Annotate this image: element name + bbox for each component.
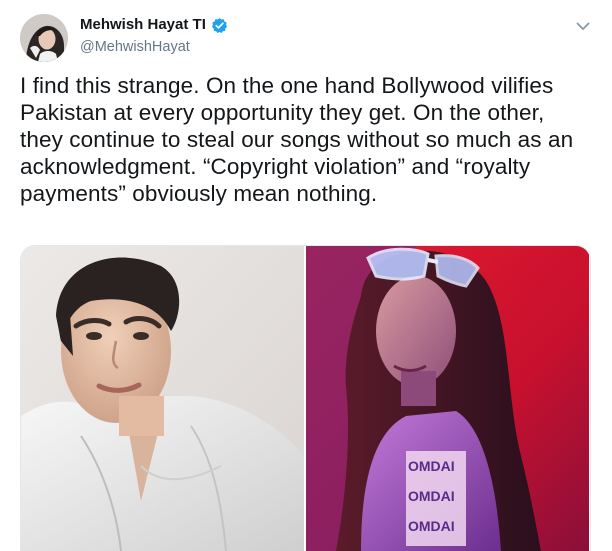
- name-row: Mehwish Hayat TI: [80, 15, 228, 35]
- handle[interactable]: @MehwishHayat: [80, 37, 228, 57]
- tweet-text-line: payments” obviously mean nothing.: [20, 181, 378, 206]
- avatar[interactable]: [20, 14, 68, 62]
- tweet-card[interactable]: Mehwish Hayat TI @MehwishHayat I find th…: [0, 0, 612, 551]
- shirt-print: OMDAI: [408, 488, 455, 504]
- chevron-down-icon[interactable]: [572, 15, 594, 37]
- tweet-text: I find this strange. On the one hand Bol…: [20, 72, 590, 207]
- tweet-text-line: acknowledgment. “Copyright violation” an…: [20, 154, 531, 179]
- photo-right[interactable]: OMDAI OMDAI OMDAI: [306, 246, 589, 551]
- shirt-print: OMDAI: [408, 518, 455, 534]
- tweet-text-line: they continue to steal our songs without…: [20, 127, 574, 152]
- photo-left[interactable]: [21, 246, 304, 551]
- media-grid: OMDAI OMDAI OMDAI: [20, 245, 591, 551]
- shirt-print: OMDAI: [408, 458, 455, 474]
- tweet-text-line: I find this strange. On the one hand Bol…: [20, 73, 554, 98]
- verified-badge-icon: [211, 17, 228, 34]
- author-info[interactable]: Mehwish Hayat TI @MehwishHayat: [80, 15, 228, 57]
- avatar-image: [20, 14, 68, 62]
- display-name[interactable]: Mehwish Hayat TI: [80, 15, 206, 35]
- tweet-text-line: Pakistan at every opportunity they get. …: [20, 100, 545, 125]
